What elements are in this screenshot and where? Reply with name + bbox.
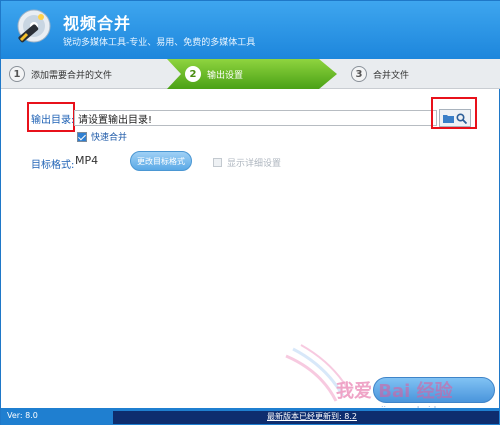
step-label: 合并文件 bbox=[373, 70, 410, 81]
version-label: Ver: 8.0 bbox=[7, 411, 38, 420]
step-label: 添加需要合并的文件 bbox=[31, 70, 113, 81]
start-merge-button[interactable] bbox=[373, 377, 495, 403]
app-window: 视频合并 锐动多媒体工具-专业、易用、免费的多媒体工具 1 添加需要合并的文件 … bbox=[0, 0, 500, 425]
wizard-steps: 1 添加需要合并的文件 2 输出设置 3 合并文件 bbox=[1, 59, 500, 89]
fast-merge-checkbox[interactable] bbox=[77, 131, 87, 142]
highlight-box-browse bbox=[431, 97, 477, 129]
step-label: 输出设置 bbox=[207, 70, 244, 81]
step-add-files[interactable]: 1 添加需要合并的文件 bbox=[9, 59, 112, 89]
title-bar: 视频合并 锐动多媒体工具-专业、易用、免费的多媒体工具 bbox=[1, 1, 500, 59]
step-number: 3 bbox=[351, 66, 367, 82]
output-path-input[interactable] bbox=[74, 110, 437, 126]
film-reel-logo-icon bbox=[17, 9, 51, 43]
highlight-box-label bbox=[27, 102, 75, 132]
step-number: 2 bbox=[185, 66, 201, 82]
show-details-option[interactable]: 显示详细设置 bbox=[213, 156, 281, 169]
target-format-value: MP4 bbox=[75, 154, 99, 167]
fast-merge-label: 快速合并 bbox=[91, 133, 128, 143]
step-number: 1 bbox=[9, 66, 25, 82]
latest-version-link[interactable]: 最新版本已经更新到: 8.2 bbox=[267, 411, 357, 422]
step-merge-files[interactable]: 3 合并文件 bbox=[351, 59, 409, 89]
show-details-label: 显示详细设置 bbox=[227, 159, 282, 169]
app-title: 视频合并 bbox=[63, 14, 132, 33]
fast-merge-option[interactable]: 快速合并 bbox=[77, 130, 127, 143]
change-format-button[interactable]: 更改目标格式 bbox=[130, 151, 192, 171]
app-subtitle: 锐动多媒体工具-专业、易用、免费的多媒体工具 bbox=[63, 38, 256, 48]
step-output-settings[interactable]: 2 输出设置 bbox=[185, 59, 243, 89]
show-details-checkbox[interactable] bbox=[213, 158, 222, 167]
target-format-label: 目标格式: bbox=[31, 160, 75, 171]
